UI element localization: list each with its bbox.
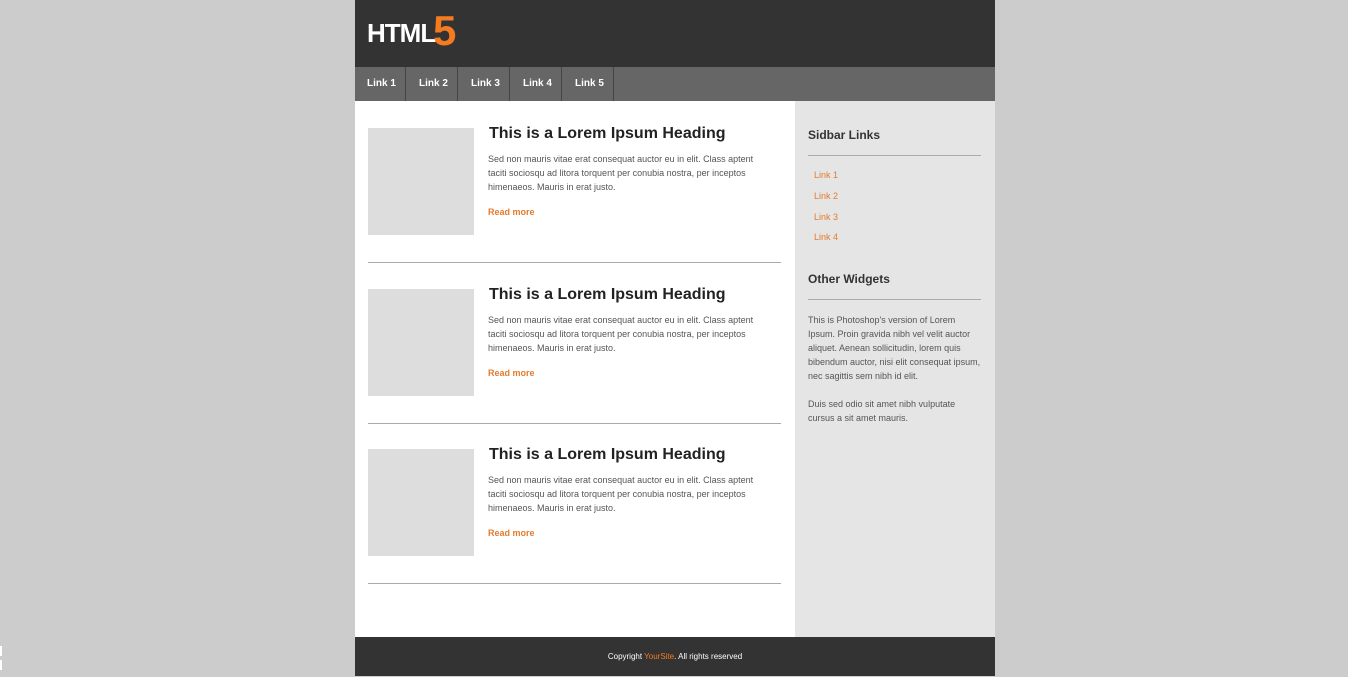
article-card: This is a Lorem Ipsum Heading Sed non ma… bbox=[368, 422, 781, 584]
site-header: HTML 5 bbox=[355, 0, 995, 67]
article-body: Sed non mauris vitae erat consequat auct… bbox=[488, 315, 754, 353]
nav-link-5[interactable]: Link 5 bbox=[563, 67, 614, 101]
article-title: This is a Lorem Ipsum Heading bbox=[489, 446, 726, 463]
main-nav: Link 1 Link 2 Link 3 Link 4 Link 5 bbox=[355, 67, 995, 101]
sidebar-link-2[interactable]: Link 2 bbox=[814, 191, 838, 201]
copyright-suffix: . All rights reserved bbox=[674, 652, 743, 661]
other-widgets-heading: Other Widgets bbox=[808, 272, 890, 286]
logo-number[interactable]: 5 bbox=[433, 10, 456, 52]
read-more-link[interactable]: Read more bbox=[488, 368, 535, 378]
sidebar-link-4[interactable]: Link 4 bbox=[814, 232, 838, 242]
article-thumbnail bbox=[368, 449, 474, 556]
logo-text[interactable]: HTML bbox=[367, 18, 436, 49]
nav-link-3[interactable]: Link 3 bbox=[459, 67, 510, 101]
sidebar-link-3[interactable]: Link 3 bbox=[814, 212, 838, 222]
page-container: HTML 5 Link 1 Link 2 Link 3 Link 4 Link … bbox=[355, 0, 995, 676]
footer-brand-link[interactable]: YourSite bbox=[644, 652, 674, 661]
sidebar-divider bbox=[808, 299, 981, 300]
sidebar: Sidbar Links Link 1 Link 2 Link 3 Link 4… bbox=[795, 101, 995, 637]
copyright-prefix: Copyright bbox=[607, 652, 645, 661]
sidebar-divider bbox=[808, 155, 981, 156]
sidebar-links-heading: Sidbar Links bbox=[808, 128, 881, 142]
nav-link-1[interactable]: Link 1 bbox=[355, 67, 406, 101]
article-body: Sed non mauris vitae erat consequat auct… bbox=[488, 475, 754, 513]
widget-text: Duis sed odio sit amet nibh vulputate cu… bbox=[808, 399, 956, 423]
read-more-link[interactable]: Read more bbox=[488, 207, 535, 217]
article-title: This is a Lorem Ipsum Heading bbox=[489, 286, 726, 303]
article-card: This is a Lorem Ipsum Heading Sed non ma… bbox=[368, 262, 781, 424]
sidebar-link-1[interactable]: Link 1 bbox=[814, 170, 838, 180]
edge-marker bbox=[0, 646, 2, 674]
read-more-link[interactable]: Read more bbox=[488, 528, 535, 538]
nav-link-2[interactable]: Link 2 bbox=[407, 67, 458, 101]
article-thumbnail bbox=[368, 128, 474, 235]
article-card: This is a Lorem Ipsum Heading Sed non ma… bbox=[368, 101, 781, 263]
article-title: This is a Lorem Ipsum Heading bbox=[489, 125, 726, 142]
main-content: This is a Lorem Ipsum Heading Sed non ma… bbox=[355, 101, 795, 637]
widget-text: This is Photoshop's version of Lorem Ips… bbox=[808, 315, 981, 381]
article-body: Sed non mauris vitae erat consequat auct… bbox=[488, 154, 754, 192]
site-footer: Copyright YourSite. All rights reserved bbox=[355, 637, 995, 676]
article-thumbnail bbox=[368, 289, 474, 396]
nav-link-4[interactable]: Link 4 bbox=[511, 67, 562, 101]
